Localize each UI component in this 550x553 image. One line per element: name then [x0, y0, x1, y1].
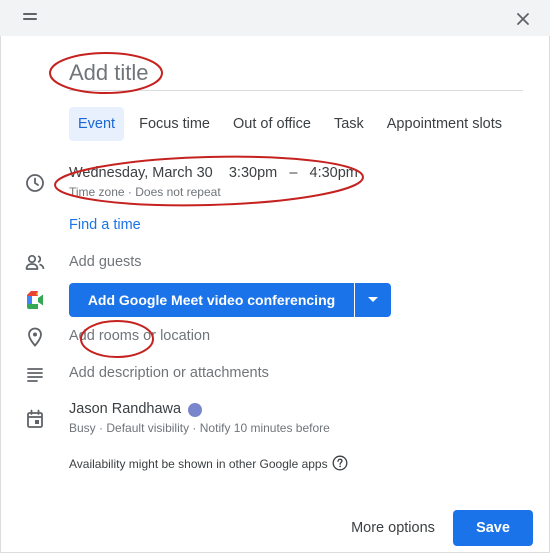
calendar-settings[interactable]: Busy · Default visibility · Notify 10 mi…	[69, 421, 330, 435]
event-date[interactable]: Wednesday, March 30	[69, 165, 213, 181]
add-description-field[interactable]: Add description or attachments	[69, 365, 269, 381]
add-location-field[interactable]: Add rooms or location	[69, 328, 210, 344]
drag-handle-icon[interactable]	[23, 13, 37, 22]
location-pin-icon	[24, 326, 46, 348]
tab-task[interactable]: Task	[326, 107, 372, 141]
notes-icon	[24, 363, 46, 385]
notification-setting[interactable]: Notify 10 minutes before	[200, 421, 330, 435]
clock-icon	[24, 172, 46, 194]
event-start-time[interactable]: 3:30pm	[229, 165, 277, 181]
people-icon	[24, 252, 46, 274]
title-input[interactable]	[69, 58, 523, 91]
calendar-owner[interactable]: Jason Randhawa	[69, 401, 181, 417]
calendar-color-dot[interactable]	[188, 403, 202, 417]
google-meet-icon	[24, 289, 46, 311]
add-guests-field[interactable]: Add guests	[69, 254, 142, 270]
visibility-setting[interactable]: Default visibility	[106, 421, 189, 435]
close-icon[interactable]	[512, 8, 534, 30]
event-end-time[interactable]: 4:30pm	[310, 165, 358, 181]
more-options-button[interactable]: More options	[340, 511, 446, 545]
tab-appointment-slots[interactable]: Appointment slots	[379, 107, 510, 141]
find-a-time-link[interactable]: Find a time	[69, 217, 141, 233]
datetime-details[interactable]: Time zone · Does not repeat	[69, 185, 221, 199]
meet-options-dropdown[interactable]	[355, 283, 391, 317]
tab-focus-time[interactable]: Focus time	[131, 107, 218, 141]
help-icon[interactable]	[332, 455, 348, 471]
tab-out-of-office[interactable]: Out of office	[225, 107, 319, 141]
add-google-meet-button[interactable]: Add Google Meet video conferencing	[69, 283, 354, 317]
event-type-tabs: Event Focus time Out of office Task Appo…	[69, 107, 510, 141]
save-button[interactable]: Save	[453, 510, 533, 546]
time-zone-link[interactable]: Time zone	[69, 185, 125, 199]
event-datetime[interactable]: Wednesday, March 30 3:30pm – 4:30pm	[69, 165, 358, 181]
repeat-setting[interactable]: Does not repeat	[135, 185, 220, 199]
chevron-down-icon	[368, 297, 378, 302]
availability-note: Availability might be shown in other Goo…	[69, 457, 328, 471]
calendar-icon	[24, 408, 46, 430]
tab-event[interactable]: Event	[69, 107, 125, 141]
dialog-header[interactable]	[0, 0, 550, 36]
busy-status[interactable]: Busy	[69, 421, 96, 435]
